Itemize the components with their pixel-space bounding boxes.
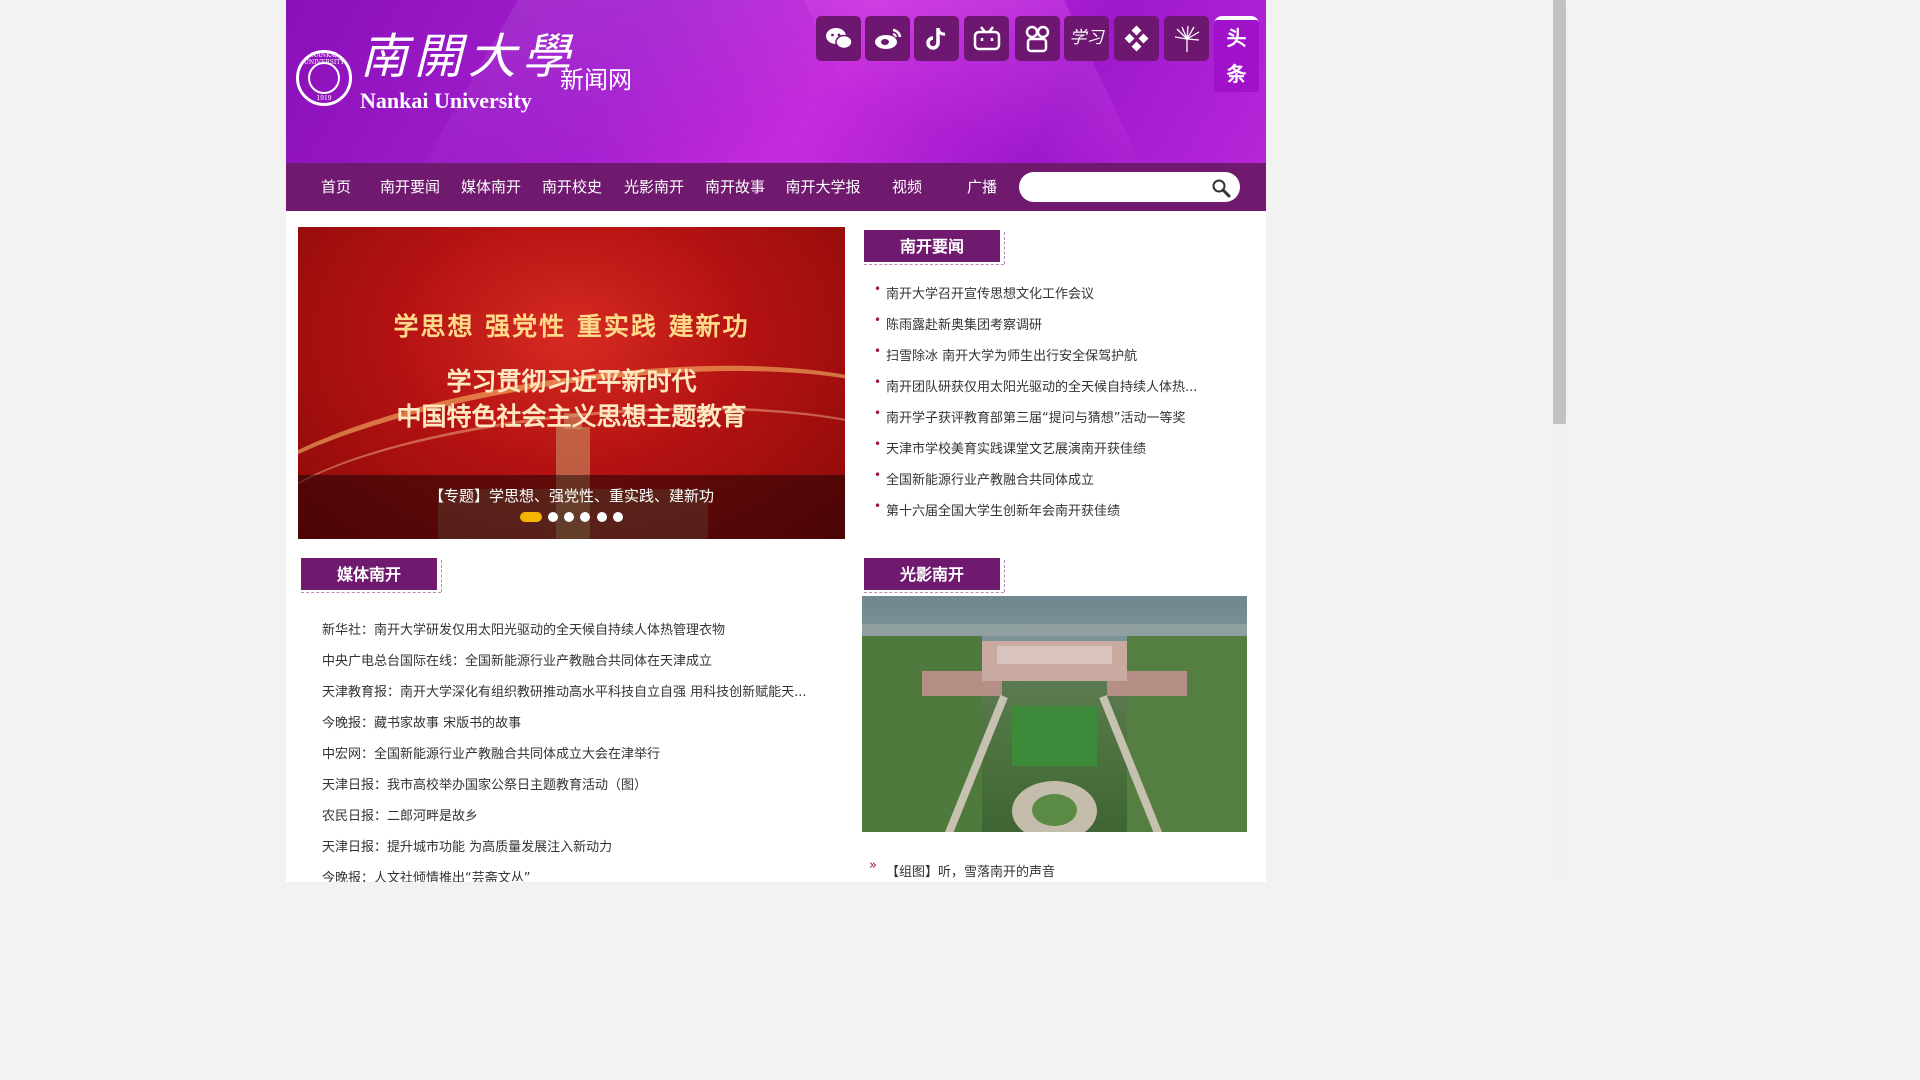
scrollbar-thumb[interactable] bbox=[1553, 0, 1566, 424]
search-input[interactable] bbox=[1033, 177, 1207, 199]
list-item[interactable]: 农民日报：二郎河畔是故乡 bbox=[322, 805, 478, 825]
section-border bbox=[1000, 232, 1005, 264]
news-title: 第十六届全国大学生创新年会南开获佳绩 bbox=[886, 504, 1121, 519]
nav-item-school-history[interactable]: 南开校史 bbox=[538, 163, 606, 211]
list-item[interactable]: 中央广电总台国际在线：全国新能源行业产教融合共同体在天津成立 bbox=[322, 650, 712, 670]
section-title[interactable]: 媒体南开 bbox=[301, 558, 437, 590]
bullet-icon: • bbox=[874, 375, 882, 389]
list-item[interactable]: 中宏网：全国新能源行业产教融合共同体成立大会在津举行 bbox=[322, 743, 660, 763]
photo-roundabout-center bbox=[1032, 794, 1077, 826]
bullet-icon: • bbox=[874, 313, 882, 327]
nav-item-radio[interactable]: 广播 bbox=[957, 163, 1007, 211]
bullet-icon: • bbox=[874, 468, 882, 482]
section-underline bbox=[864, 264, 1004, 265]
photo-roof bbox=[997, 646, 1112, 664]
nav-item-nankai-stories[interactable]: 南开故事 bbox=[701, 163, 769, 211]
list-item[interactable]: 今晚报：人文社倾情推出“芸斋文丛” bbox=[322, 867, 530, 882]
bilibili-icon[interactable] bbox=[964, 16, 1009, 61]
slide-subheadline-2: 中国特色社会主义思想主题教育 bbox=[396, 402, 747, 431]
media-nankai-list: 新华社：南开大学研发仅用太阳光驱动的全天候自持续人体热管理衣物 中央广电总台国际… bbox=[322, 619, 822, 882]
bullet-icon: • bbox=[874, 499, 882, 513]
toutiao-icon[interactable]: 头条 bbox=[1214, 16, 1259, 92]
bullet-icon: • bbox=[874, 437, 882, 451]
slider-dot-5[interactable] bbox=[597, 512, 607, 522]
slider-dot-6[interactable] bbox=[613, 512, 623, 522]
nankai-news-list: • 南开大学召开宣传思想文化工作会议 • 陈雨露赴新奥集团考察调研 • 扫雪除冰 南开… bbox=[874, 282, 1254, 523]
site-header: NANKAI UNIVERSITY 1919 南開大學 Nankai Unive… bbox=[286, 0, 1266, 163]
channels-icon[interactable] bbox=[1114, 16, 1159, 61]
section-title[interactable]: 光影南开 bbox=[864, 558, 1000, 590]
search-box bbox=[1019, 172, 1240, 202]
nav-item-nankai-news[interactable]: 南开要闻 bbox=[376, 163, 444, 211]
xuexi-icon[interactable]: 学习 bbox=[1064, 16, 1109, 61]
campus-aerial-photo[interactable] bbox=[862, 596, 1247, 832]
section-border bbox=[1000, 560, 1005, 592]
news-title: 南开大学召开宣传思想文化工作会议 bbox=[886, 287, 1095, 302]
news-title: 扫雪除冰 南开大学为师生出行安全保驾护航 bbox=[886, 349, 1138, 364]
douyin-icon[interactable] bbox=[914, 16, 959, 61]
slide-headline: 学思想 强党性 重实践 建新功 bbox=[393, 312, 750, 341]
seal-year: 1919 bbox=[316, 95, 332, 102]
slider-dot-2[interactable] bbox=[548, 512, 558, 522]
section-border bbox=[437, 560, 442, 592]
nav-item-video[interactable]: 视频 bbox=[882, 163, 932, 211]
logo-english-name: Nankai University bbox=[360, 88, 532, 113]
slide-caption[interactable]: 【专题】学思想、强党性、重实践、建新功 bbox=[298, 485, 845, 506]
nav-item-media-nankai[interactable]: 媒体南开 bbox=[457, 163, 525, 211]
news-title: 南开团队研获仅用太阳光驱动的全天候自持续人体热... bbox=[886, 380, 1198, 395]
page: NANKAI UNIVERSITY 1919 南開大學 Nankai Unive… bbox=[286, 0, 1266, 882]
list-item[interactable]: 天津教育报：南开大学深化有组织教研推动高水平科技自立自强 用科技创新赋能天... bbox=[322, 681, 807, 701]
main-nav: 首页 南开要闻 媒体南开 南开校史 光影南开 南开故事 南开大学报 视频 广播 bbox=[286, 163, 1266, 211]
university-seal-icon: NANKAI UNIVERSITY 1919 bbox=[296, 50, 352, 106]
site-name: 新闻网 bbox=[560, 66, 632, 94]
slider-dot-1[interactable] bbox=[520, 512, 542, 522]
list-item[interactable]: 今晚报：藏书家故事 宋版书的故事 bbox=[322, 712, 521, 732]
news-title: 陈雨露赴新奥集团考察调研 bbox=[886, 318, 1043, 333]
xuexi-label: 学习 bbox=[1069, 28, 1104, 48]
news-title: 南开学子获评教育部第三届“提问与猜想”活动一等奖 bbox=[886, 411, 1186, 426]
page-scrollbar[interactable] bbox=[1551, 0, 1568, 882]
news-title: 天津市学校美育实践课堂文艺展演南开获佳绩 bbox=[886, 442, 1147, 457]
nav-item-photo-nankai[interactable]: 光影南开 bbox=[620, 163, 688, 211]
bullet-icon: • bbox=[874, 344, 882, 358]
social-links: 学习 头条 bbox=[816, 16, 1264, 92]
slider-dots bbox=[298, 511, 845, 523]
bullet-icon: • bbox=[874, 282, 882, 296]
photo-lawn bbox=[1012, 706, 1097, 766]
section-underline bbox=[864, 592, 1004, 593]
seal-inner-ring bbox=[308, 62, 340, 94]
logo-chinese-name: 南開大學 bbox=[360, 29, 577, 85]
bullet-icon: • bbox=[874, 406, 882, 420]
dandelion-icon[interactable] bbox=[1164, 16, 1209, 61]
slider-dot-4[interactable] bbox=[580, 512, 590, 522]
toutiao-label: 头条 bbox=[1214, 20, 1259, 92]
featured-slider[interactable]: 学思想 强党性 重实践 建新功 学习贯彻习近平新时代 中国特色社会主义思想主题教… bbox=[298, 227, 845, 539]
weibo-icon[interactable] bbox=[865, 16, 910, 61]
university-logo[interactable]: NANKAI UNIVERSITY 1919 南開大學 Nankai Unive… bbox=[294, 28, 654, 118]
wechat-icon[interactable] bbox=[816, 16, 861, 61]
photo-horizon bbox=[862, 624, 1247, 636]
section-title[interactable]: 南开要闻 bbox=[864, 230, 1000, 262]
nav-item-nankai-newspaper[interactable]: 南开大学报 bbox=[782, 163, 864, 211]
slide-subheadline-1: 学习贯彻习近平新时代 bbox=[446, 367, 697, 396]
list-item[interactable]: 新华社：南开大学研发仅用太阳光驱动的全天候自持续人体热管理衣物 bbox=[322, 619, 725, 639]
search-icon[interactable] bbox=[1211, 178, 1231, 198]
kuaishou-icon[interactable] bbox=[1015, 16, 1060, 61]
double-chevron-icon: » bbox=[869, 858, 877, 873]
photo-caption: 【组图】听，雪落南开的声音 bbox=[886, 865, 1056, 880]
list-item[interactable]: 天津日报：提升城市功能 为高质量发展注入新动力 bbox=[322, 836, 612, 856]
nav-item-home[interactable]: 首页 bbox=[308, 163, 364, 211]
news-title: 全国新能源行业产教融合共同体成立 bbox=[886, 473, 1095, 488]
list-item[interactable]: 天津日报：我市高校举办国家公祭日主题教育活动（图） bbox=[322, 774, 647, 794]
slider-dot-3[interactable] bbox=[564, 512, 574, 522]
section-underline bbox=[301, 592, 441, 593]
